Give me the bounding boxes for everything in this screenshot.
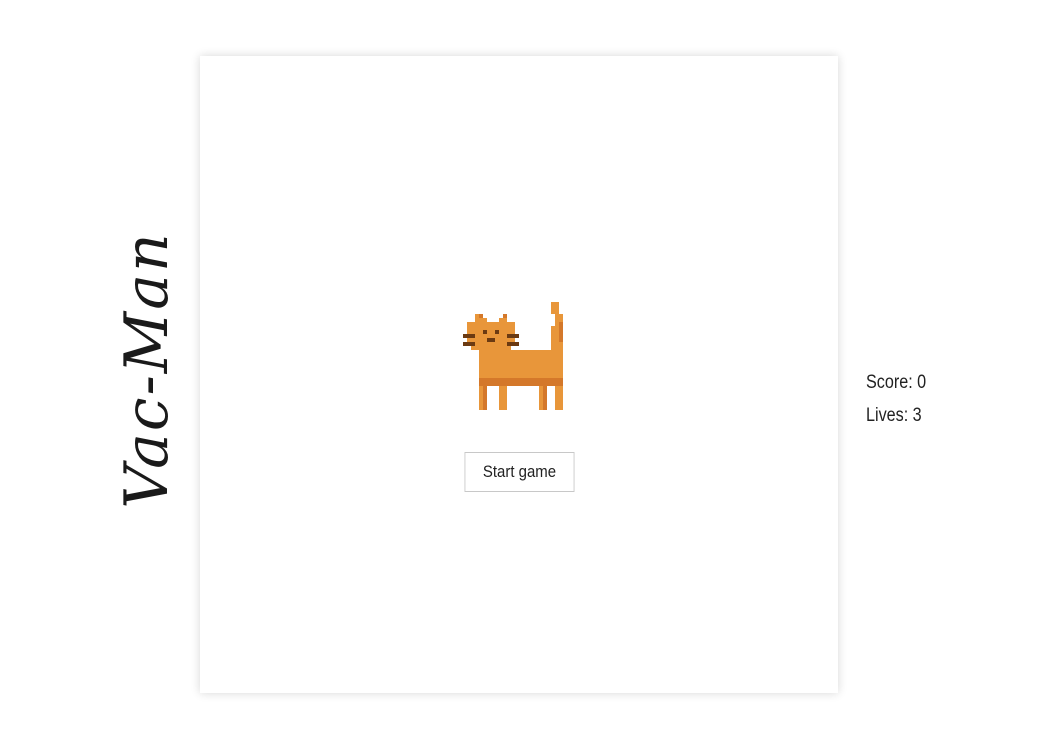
score-display: Score: 0 <box>866 366 926 399</box>
lives-label: Lives: <box>866 405 909 426</box>
lives-value: 3 <box>912 405 922 426</box>
cat-sprite-icon <box>463 302 563 410</box>
game-board[interactable]: Start game <box>200 56 838 693</box>
lives-display: Lives: 3 <box>866 399 926 432</box>
game-page: Vac-Man Start game Score: 0 Lives: 3 <box>0 0 1050 750</box>
start-game-button[interactable]: Start game <box>464 452 575 492</box>
hud-panel: Score: 0 Lives: 3 <box>866 366 926 432</box>
score-label: Score: <box>866 372 913 393</box>
score-value: 0 <box>917 372 927 393</box>
game-title: Vac-Man <box>112 231 182 509</box>
